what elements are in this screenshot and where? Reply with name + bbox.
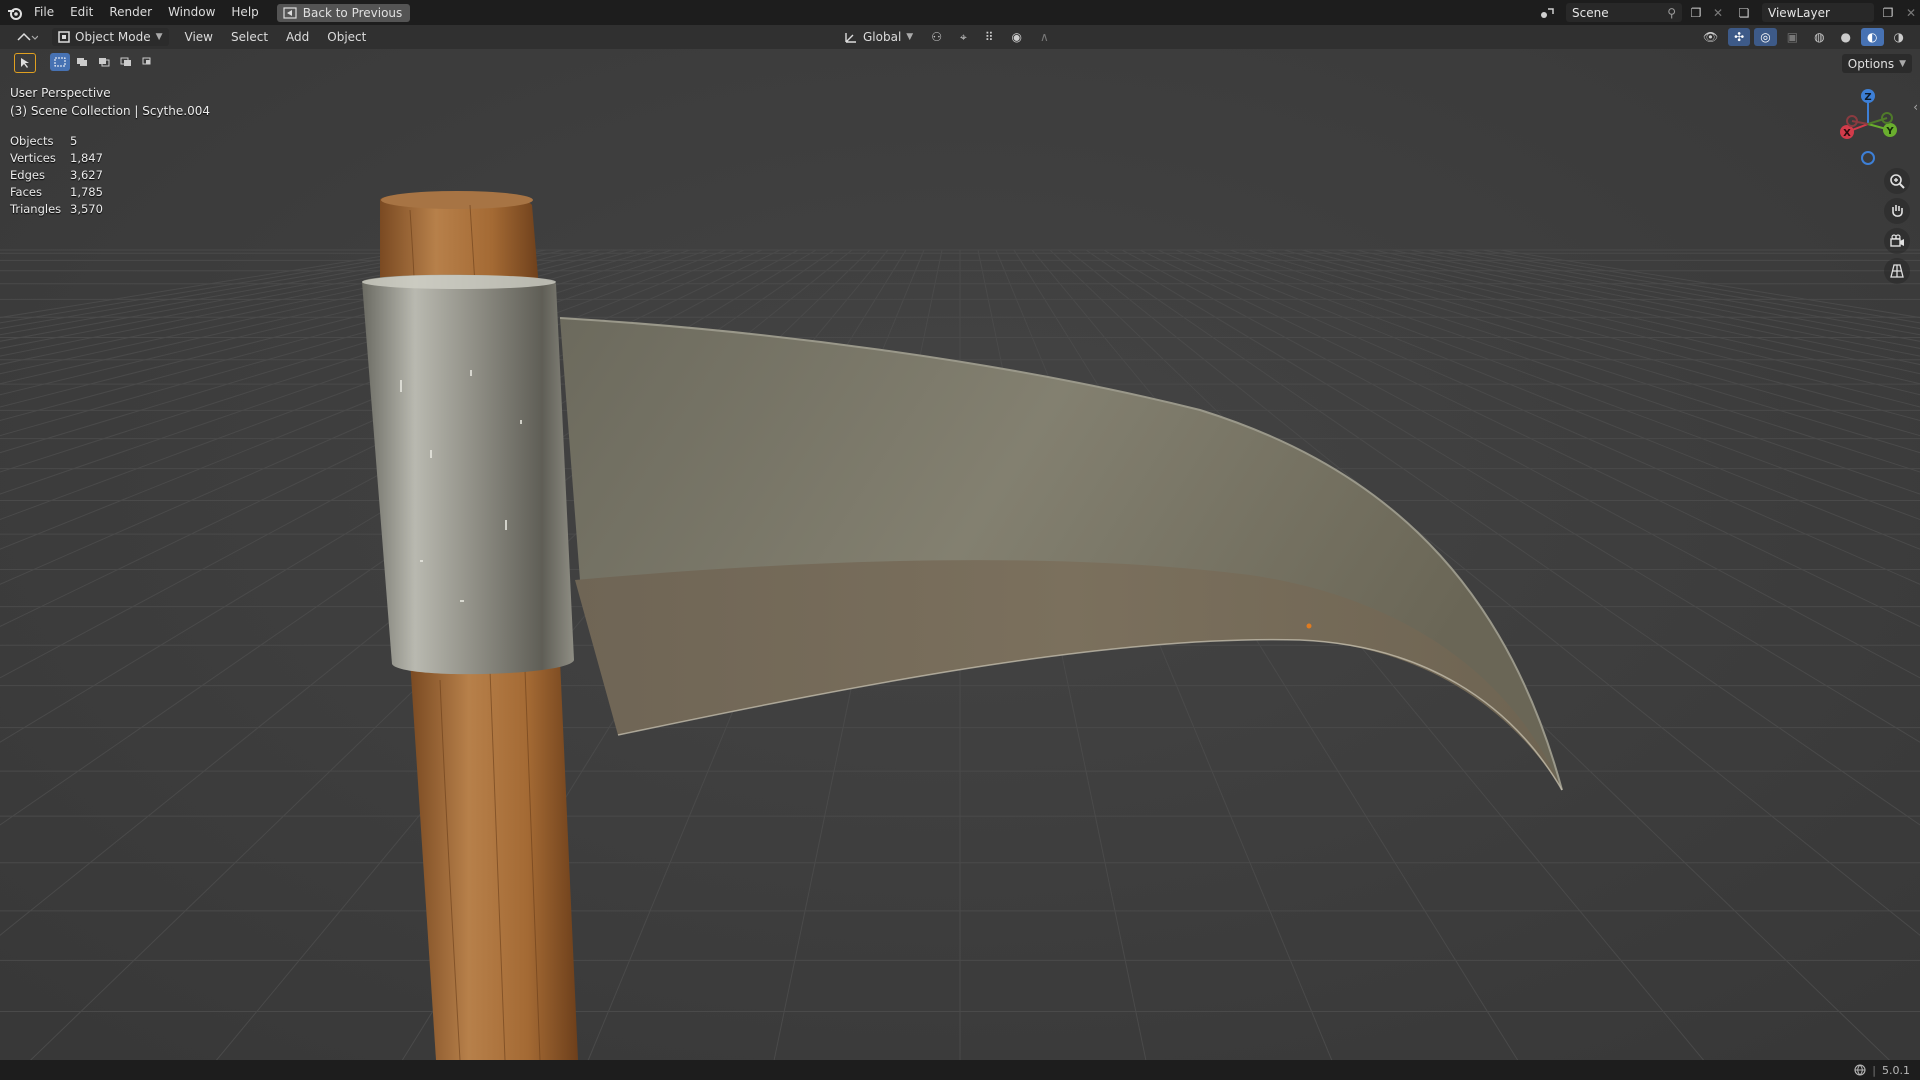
status-divider: | <box>1872 1063 1876 1077</box>
chevron-down-icon: ▼ <box>906 32 914 42</box>
back-to-previous-label: Back to Previous <box>302 5 403 20</box>
select-invert-icon[interactable] <box>116 53 136 71</box>
shading-controls: 👁 ✣ ◎ ▣ ◍ ● ◐ ◑ <box>1697 28 1910 46</box>
select-box-icon[interactable] <box>14 53 36 73</box>
menu-file[interactable]: File <box>26 0 62 25</box>
navigation-gizmo[interactable]: Z X Y <box>1830 84 1910 168</box>
menu-add[interactable]: Add <box>280 28 315 46</box>
collection-label: (3) Scene Collection | Scythe.004 <box>10 104 210 118</box>
gizmo-icon[interactable]: ✣ <box>1728 28 1751 46</box>
options-label: Options <box>1847 56 1895 71</box>
xray-icon[interactable]: ▣ <box>1781 28 1804 46</box>
transform-orientation-dropdown[interactable]: Global ▼ <box>838 28 919 46</box>
delete-view-layer-icon[interactable]: ✕ <box>1902 6 1920 20</box>
global-axis-icon <box>844 30 858 44</box>
stat-row: Triangles 3,570 <box>10 201 103 216</box>
select-extend-icon[interactable] <box>72 53 92 71</box>
version-label: 5.0.1 <box>1882 1063 1910 1077</box>
overlay-icon[interactable]: ◎ <box>1754 28 1777 46</box>
scene-name: Scene <box>1572 5 1609 20</box>
perspective-label: User Perspective <box>10 86 111 100</box>
menu-object[interactable]: Object <box>321 28 372 46</box>
viewport-3d[interactable] <box>0 0 1920 1080</box>
scythe-ferrule <box>362 274 574 675</box>
menu-view[interactable]: View <box>179 28 219 46</box>
view-layer-name: ViewLayer <box>1768 5 1830 20</box>
visibility-icon[interactable]: 👁 <box>1697 28 1724 46</box>
snap-icon[interactable]: ⌖ <box>954 28 973 46</box>
editor-type-icon[interactable] <box>10 28 44 46</box>
viewport-header: Object Mode ▼ View Select Add Object Glo… <box>0 25 1920 49</box>
material-shading-icon[interactable]: ◐ <box>1861 28 1884 46</box>
stat-row: Edges 3,627 <box>10 167 103 182</box>
gizmo-y-label: Y <box>1885 126 1894 137</box>
select-intersect-icon[interactable] <box>138 53 158 71</box>
options-dropdown[interactable]: Options ▼ <box>1841 54 1912 73</box>
select-tool-row <box>14 53 158 73</box>
scene-selector-icon[interactable] <box>1534 6 1562 20</box>
object-mode-dropdown[interactable]: Object Mode ▼ <box>52 28 169 46</box>
menu-select[interactable]: Select <box>225 28 274 46</box>
gizmo-z-label: Z <box>1864 92 1871 103</box>
back-icon <box>283 6 297 19</box>
zoom-icon[interactable] <box>1884 168 1910 194</box>
top-right-controls: Scene ⚲ ❐ ✕ ❏ ViewLayer ❐ ✕ <box>1534 0 1920 25</box>
view-layer-icon[interactable]: ❏ <box>1730 6 1758 20</box>
stat-row: Faces 1,785 <box>10 184 103 199</box>
back-to-previous-button[interactable]: Back to Previous <box>276 3 411 22</box>
status-bar: | 5.0.1 <box>0 1060 1920 1080</box>
camera-icon[interactable] <box>1884 228 1910 254</box>
object-mode-icon <box>58 31 70 43</box>
object-mode-label: Object Mode <box>75 30 151 44</box>
blender-logo-icon[interactable] <box>4 0 26 25</box>
select-new-icon[interactable] <box>50 53 70 71</box>
grid-icon[interactable] <box>1884 258 1910 284</box>
falloff-icon[interactable]: ∧ <box>1034 28 1055 46</box>
menu-help[interactable]: Help <box>223 0 266 25</box>
snap-target-icon[interactable]: ⠿ <box>979 28 1000 46</box>
menu-render[interactable]: Render <box>101 0 160 25</box>
wireframe-shading-icon[interactable]: ◍ <box>1808 28 1830 46</box>
new-view-layer-icon[interactable]: ❐ <box>1878 6 1898 20</box>
scene-statistics: Objects 5 Vertices 1,847 Edges 3,627 Faces 1… <box>10 132 103 217</box>
pin-icon[interactable]: ⚲ <box>1667 6 1676 20</box>
menu-edit[interactable]: Edit <box>62 0 101 25</box>
view-layer-field[interactable]: ViewLayer <box>1762 3 1874 22</box>
gizmo-x-label: X <box>1843 128 1851 139</box>
transform-controls: Global ▼ ⚇ ⌖ ⠿ ◉ ∧ <box>838 28 1055 46</box>
stat-row: Vertices 1,847 <box>10 150 103 165</box>
stat-row: Objects 5 <box>10 133 78 148</box>
pivot-icon[interactable]: ⚇ <box>925 28 948 46</box>
scene-field[interactable]: Scene ⚲ <box>1566 3 1682 22</box>
proportional-icon[interactable]: ◉ <box>1006 28 1028 46</box>
solid-shading-icon[interactable]: ● <box>1835 28 1857 46</box>
hand-pan-icon[interactable] <box>1884 198 1910 224</box>
chevron-down-icon: ▼ <box>1899 58 1906 69</box>
select-subtract-icon[interactable] <box>94 53 114 71</box>
menu-window[interactable]: Window <box>160 0 223 25</box>
transform-orientation-label: Global <box>863 30 902 44</box>
rendered-shading-icon[interactable]: ◑ <box>1888 28 1910 46</box>
new-scene-icon[interactable]: ❐ <box>1686 6 1706 20</box>
top-bar: File Edit Render Window Help Back to Pre… <box>0 0 1920 25</box>
globe-icon <box>1854 1064 1866 1076</box>
chevron-down-icon: ▼ <box>155 32 163 42</box>
sidebar-toggle-icon[interactable]: ‹ <box>1913 100 1918 114</box>
delete-scene-icon[interactable]: ✕ <box>1710 6 1726 20</box>
